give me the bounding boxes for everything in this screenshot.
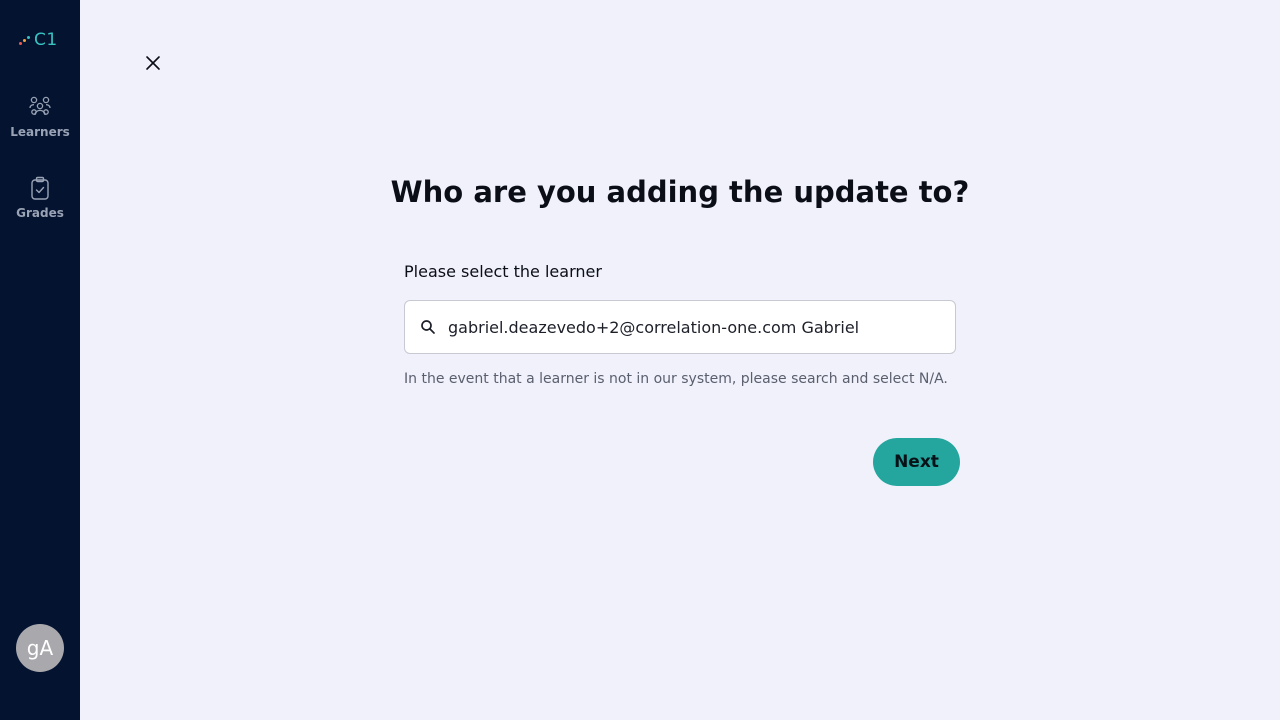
logo-dots-icon — [18, 34, 31, 46]
app-window: C1 Learners Grades gA Who are you adding… — [0, 0, 1280, 720]
sidebar: C1 Learners Grades gA — [0, 0, 80, 720]
clipboard-check-icon — [27, 175, 53, 201]
learner-field-label: Please select the learner — [404, 262, 602, 281]
avatar[interactable]: gA — [16, 624, 64, 672]
learner-search-input[interactable] — [448, 317, 928, 337]
page-title: Who are you adding the update to? — [390, 175, 970, 209]
next-button[interactable]: Next — [873, 438, 960, 486]
sidebar-item-label: Learners — [10, 125, 70, 139]
brand-logo[interactable]: C1 — [18, 28, 64, 52]
sidebar-item-label: Grades — [16, 206, 64, 220]
helper-text: In the event that a learner is not in ou… — [404, 371, 948, 387]
close-button[interactable] — [141, 53, 165, 77]
logo-text: C1 — [34, 29, 58, 50]
learners-icon — [27, 94, 53, 120]
search-icon — [418, 317, 438, 337]
sidebar-item-learners[interactable]: Learners — [0, 94, 80, 150]
sidebar-item-grades[interactable]: Grades — [0, 175, 80, 231]
learner-search-box[interactable] — [404, 300, 956, 354]
close-icon — [145, 55, 161, 75]
